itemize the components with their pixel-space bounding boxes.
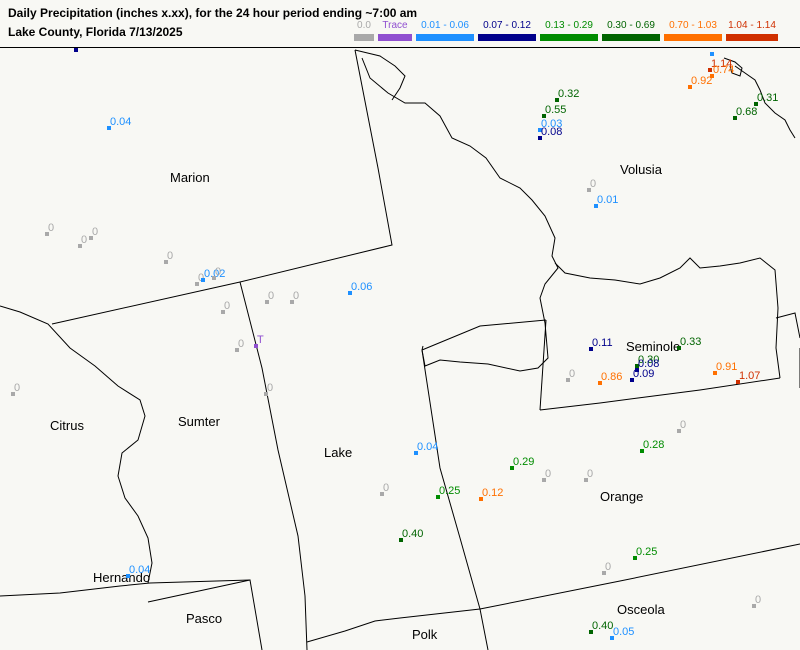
observation-value: 0.04 <box>110 116 131 128</box>
observation-value: 0.06 <box>351 281 372 293</box>
observation-value: 0.55 <box>545 104 566 116</box>
observation-value: 0.04 <box>417 441 438 453</box>
observation-value: 1.07 <box>739 370 760 382</box>
legend-swatch <box>378 34 412 41</box>
observation-value: 0 <box>605 561 611 573</box>
observation-value: 0.40 <box>592 620 613 632</box>
observation-value: 0.29 <box>513 456 534 468</box>
county-label-lake: Lake <box>324 445 352 460</box>
observation-value: 0.01 <box>597 194 618 206</box>
county-label-volusia: Volusia <box>620 162 663 177</box>
county-label-seminole: Seminole <box>626 339 680 354</box>
county-map: Marion Volusia Citrus Sumter Lake Semino… <box>0 48 800 650</box>
county-label-polk: Polk <box>412 627 438 642</box>
observation-value: 0 <box>569 368 575 380</box>
legend-label: 0.30 - 0.69 <box>607 20 655 31</box>
observation-value: 0.40 <box>402 528 423 540</box>
observation-value: 0 <box>545 468 551 480</box>
precipitation-map-page: Daily Precipitation (inches x.xx), for t… <box>0 0 800 650</box>
legend-label: 0.13 - 0.29 <box>545 20 593 31</box>
observation-value: 0.25 <box>636 546 657 558</box>
edge-marker <box>74 48 78 52</box>
observation-value: 0 <box>590 178 596 190</box>
legend-label: 0.0 <box>357 20 371 31</box>
observation-value: 0.68 <box>736 106 757 118</box>
observation-value: 0 <box>238 338 244 350</box>
map-header: Daily Precipitation (inches x.xx), for t… <box>0 0 800 48</box>
legend-swatch <box>540 34 598 41</box>
observation-value: 0.12 <box>482 487 503 499</box>
county-label-osceola: Osceola <box>617 602 665 617</box>
observation-value: 0 <box>167 250 173 262</box>
legend-swatch <box>726 34 778 41</box>
legend-swatch <box>602 34 660 41</box>
county-label-orange: Orange <box>600 489 643 504</box>
observation-value: 0.25 <box>439 485 460 497</box>
county-label-pasco: Pasco <box>186 611 222 626</box>
observation-value: 0.05 <box>613 626 634 638</box>
map-title: Daily Precipitation (inches x.xx), for t… <box>8 6 418 20</box>
observation-value: 0 <box>267 382 273 394</box>
observation-value: 0.08 <box>541 126 562 138</box>
legend-label: 0.07 - 0.12 <box>483 20 531 31</box>
county-label-marion: Marion <box>170 170 210 185</box>
legend-label: Trace <box>382 20 408 31</box>
observation-value: 0.11 <box>592 337 613 349</box>
observation-value: 0.32 <box>558 88 579 100</box>
observation-value: 0 <box>383 482 389 494</box>
observation-value: 0 <box>268 290 274 302</box>
observation-value: T <box>257 334 264 346</box>
observation-value: 0 <box>680 419 686 431</box>
observation-value: 0 <box>215 266 221 278</box>
observation-value: 0.04 <box>129 564 150 576</box>
observation-value: 0.92 <box>691 75 712 87</box>
county-label-citrus: Citrus <box>50 418 84 433</box>
observation-value: 0 <box>755 594 761 606</box>
observation-value: 0 <box>587 468 593 480</box>
observation-value: 0 <box>14 382 20 394</box>
observation-value: 0 <box>293 290 299 302</box>
observation-value: 0 <box>81 234 87 246</box>
observation-value: 0.09 <box>633 368 654 380</box>
observation-value: 0.33 <box>680 336 701 348</box>
observation-value: 0.91 <box>716 361 737 373</box>
map-subtitle: Lake County, Florida 7/13/2025 <box>8 25 183 39</box>
observation-value: 0 <box>48 222 54 234</box>
legend-swatch <box>478 34 536 41</box>
county-label-sumter: Sumter <box>178 414 221 429</box>
legend-label: 0.70 - 1.03 <box>669 20 717 31</box>
observation-value: 0.86 <box>601 371 622 383</box>
observation-value: 0 <box>224 300 230 312</box>
observation-value: 0.28 <box>643 439 664 451</box>
edge-marker <box>710 52 714 56</box>
observation-value: 0.74 <box>713 64 734 76</box>
legend-swatch <box>416 34 474 41</box>
legend-label: 0.01 - 0.06 <box>421 20 469 31</box>
legend-label: 1.04 - 1.14 <box>728 20 776 31</box>
legend-swatch <box>354 34 374 41</box>
observation-value: 0 <box>92 226 98 238</box>
observation-value: 0.31 <box>757 92 778 104</box>
legend-swatch <box>664 34 722 41</box>
